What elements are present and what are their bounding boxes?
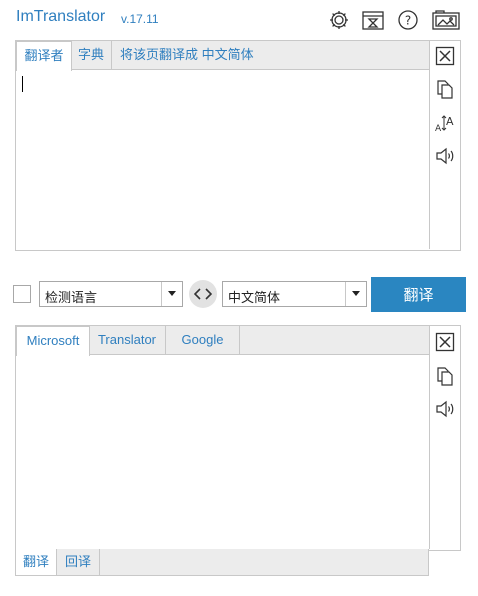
chevron-down-icon: [345, 282, 366, 306]
svg-text:A: A: [446, 115, 454, 128]
copy-icon[interactable]: [434, 365, 456, 387]
tab-back-translation[interactable]: 回译: [57, 549, 100, 576]
settings-icon[interactable]: [327, 8, 351, 32]
tab-google[interactable]: Google: [166, 326, 240, 354]
tab-translate-page[interactable]: 将该页翻译成 中文简体: [114, 41, 280, 69]
target-language-select[interactable]: 中文简体: [222, 281, 367, 307]
translate-button[interactable]: 翻译: [371, 277, 466, 312]
tab-translator-engine[interactable]: Translator: [89, 326, 166, 354]
target-language-value: 中文简体: [228, 290, 281, 305]
svg-text:A: A: [435, 124, 442, 134]
history-icon[interactable]: [361, 8, 385, 32]
tab-translation[interactable]: 翻译: [15, 549, 57, 576]
source-language-value: 检测语言: [45, 290, 98, 305]
app-version: v.17.11: [121, 12, 159, 26]
source-language-select[interactable]: 检测语言: [39, 281, 183, 307]
tab-microsoft[interactable]: Microsoft: [16, 326, 90, 356]
text-cursor: [22, 76, 23, 92]
clear-icon[interactable]: [434, 331, 456, 353]
result-text-area[interactable]: [16, 355, 429, 548]
source-text-area[interactable]: [16, 70, 429, 248]
result-sidebar: [429, 326, 460, 549]
speaker-icon[interactable]: [434, 398, 456, 420]
help-icon[interactable]: ?: [396, 8, 420, 32]
chevron-down-icon: [161, 282, 182, 306]
detect-checkbox[interactable]: [13, 285, 31, 303]
clear-icon[interactable]: [434, 45, 456, 67]
screenshot-icon[interactable]: [430, 8, 462, 32]
tab-translator[interactable]: 翻译者: [16, 41, 72, 71]
app-title: ImTranslator: [16, 8, 106, 25]
svg-text:?: ?: [405, 14, 411, 28]
speaker-icon[interactable]: [434, 145, 456, 167]
copy-icon[interactable]: [434, 78, 456, 100]
font-size-icon[interactable]: AA: [434, 112, 456, 134]
swap-icon[interactable]: [189, 280, 217, 308]
tab-dictionary[interactable]: 字典: [71, 41, 112, 69]
